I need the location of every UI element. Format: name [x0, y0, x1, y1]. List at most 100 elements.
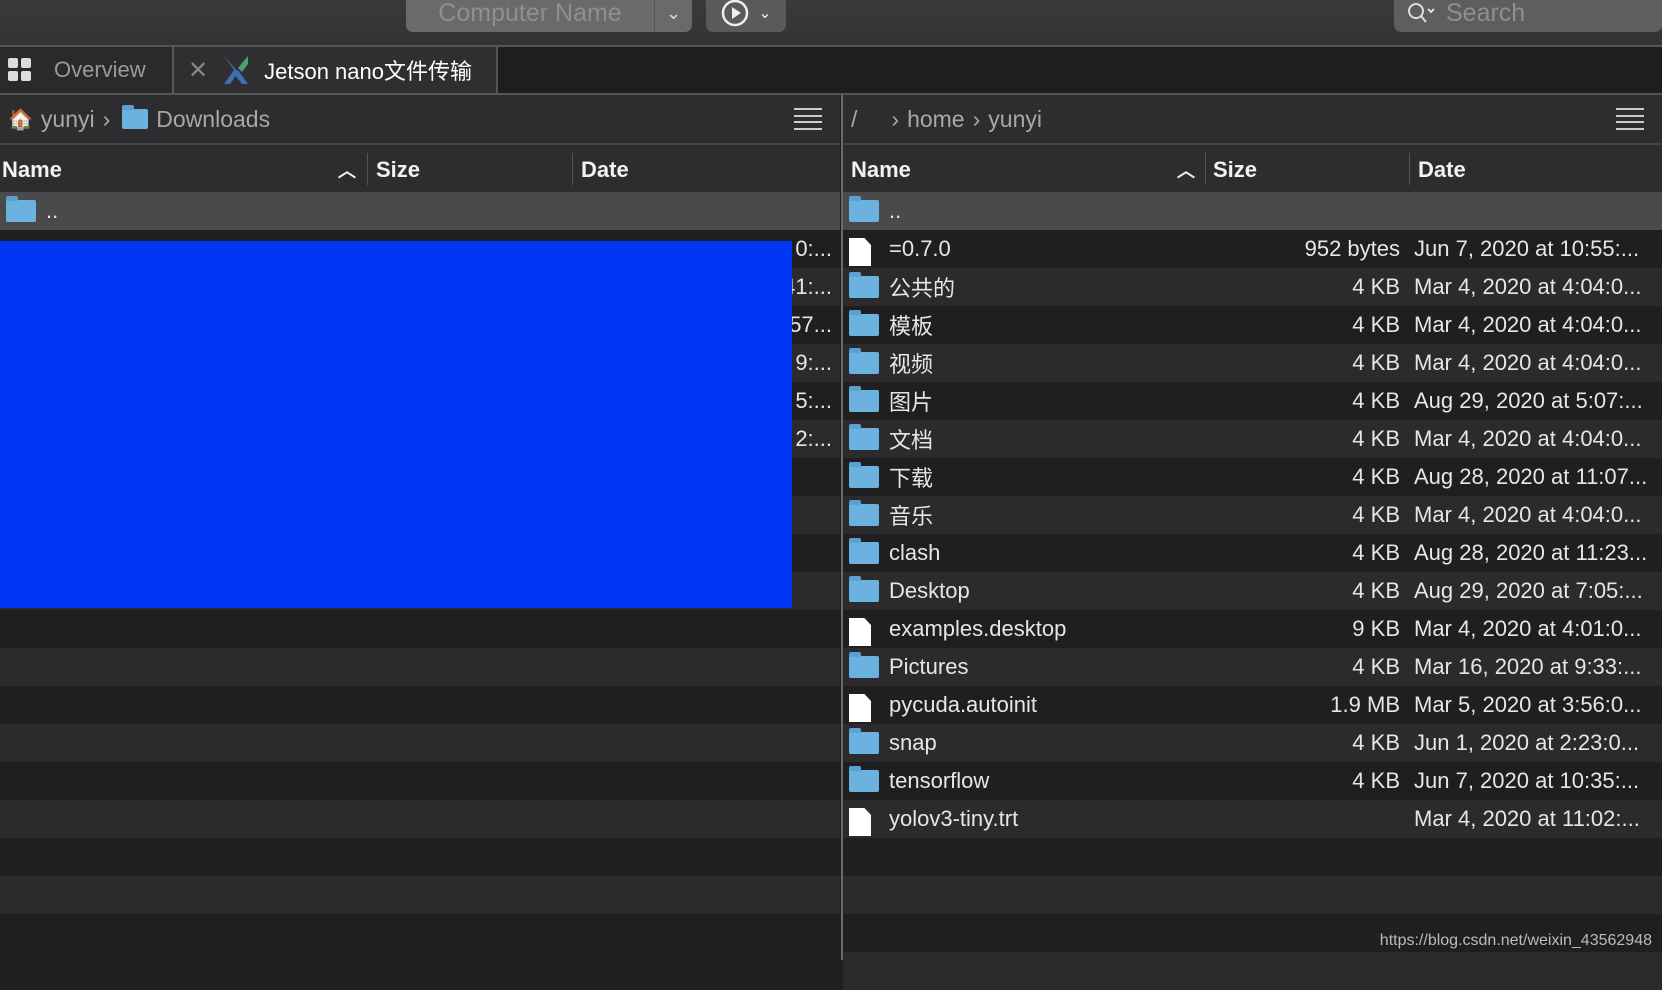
search-field[interactable]: Search: [1394, 0, 1662, 32]
list-item[interactable]: examples.desktop 9 KB Mar 4, 2020 at 4:01:…: [843, 610, 1662, 648]
list-item[interactable]: 下载 4 KB Aug 28, 2020 at 11:07...: [843, 458, 1662, 496]
file-date: 0:...: [795, 236, 832, 261]
file-icon: [849, 618, 871, 646]
column-header: Name ︿ Size Date: [843, 145, 1662, 192]
close-icon[interactable]: ✕: [188, 56, 208, 85]
list-item[interactable]: pycuda.autoinit 1.9 MB Mar 5, 2020 at 3:56…: [843, 686, 1662, 724]
file-name: =0.7.0: [889, 236, 951, 261]
file-date: Jun 7, 2020 at 10:35:...: [1414, 768, 1640, 793]
empty-row: [0, 686, 840, 724]
file-icon: [849, 238, 871, 266]
folder-icon: [849, 728, 879, 754]
file-name: examples.desktop: [889, 616, 1067, 641]
column-name[interactable]: Name: [851, 157, 911, 183]
column-size[interactable]: Size: [1213, 157, 1257, 183]
file-name: Desktop: [889, 578, 970, 603]
folder-icon: [849, 348, 879, 374]
list-item[interactable]: Desktop 4 KB Aug 29, 2020 at 7:05:...: [843, 572, 1662, 610]
file-size: 4 KB: [1352, 730, 1400, 755]
file-name: 音乐: [889, 504, 934, 529]
folder-icon: [849, 538, 879, 564]
file-date: Mar 4, 2020 at 4:04:0...: [1414, 312, 1642, 337]
breadcrumb-item[interactable]: yunyi: [41, 106, 95, 133]
column-date[interactable]: Date: [1418, 157, 1466, 183]
list-item[interactable]: 公共的 4 KB Mar 4, 2020 at 4:04:0...: [843, 268, 1662, 306]
computer-name-placeholder: Computer Name: [438, 0, 622, 27]
search-placeholder: Search: [1446, 0, 1526, 27]
list-item[interactable]: 模板 4 KB Mar 4, 2020 at 4:04:0...: [843, 306, 1662, 344]
empty-row: [0, 762, 840, 800]
file-name: 公共的: [889, 276, 956, 301]
breadcrumb-item[interactable]: home: [907, 106, 965, 133]
file-size: 4 KB: [1352, 350, 1400, 375]
file-list: .. =0.7.0 952 bytes Jun 7, 2020 at 10:55:..…: [843, 192, 1662, 990]
folder-icon: [849, 272, 879, 298]
breadcrumb-item[interactable]: yunyi: [988, 106, 1042, 133]
list-item[interactable]: tensorflow 4 KB Jun 7, 2020 at 10:35:...: [843, 762, 1662, 800]
folder-icon: [849, 196, 879, 222]
search-icon: [1408, 3, 1435, 23]
file-date: 2:...: [795, 426, 832, 451]
watermark: https://blog.csdn.net/weixin_43562948: [1379, 932, 1652, 949]
list-item[interactable]: Pictures 4 KB Mar 16, 2020 at 9:33:...: [843, 648, 1662, 686]
file-name: clash: [889, 540, 941, 565]
file-size: 4 KB: [1352, 426, 1400, 451]
empty-row: [843, 876, 1662, 914]
file-size: 1.9 MB: [1330, 692, 1400, 717]
file-date: Mar 4, 2020 at 4:04:0...: [1414, 426, 1642, 451]
folder-icon: [849, 310, 879, 336]
file-name: 文档: [889, 428, 934, 453]
tab-overview[interactable]: Overview: [0, 47, 174, 93]
column-name[interactable]: Name: [2, 157, 62, 183]
file-name: pycuda.autoinit: [889, 692, 1037, 717]
menu-icon[interactable]: [1616, 108, 1644, 130]
app-logo-icon: [224, 56, 249, 84]
breadcrumb: / › home › yunyi: [843, 95, 1662, 145]
column-date[interactable]: Date: [581, 157, 629, 183]
breadcrumb: 🏠 yunyi › Downloads: [0, 95, 840, 145]
tab-jetson-nano[interactable]: ✕ Jetson nano文件传输: [174, 47, 498, 93]
folder-icon: [849, 766, 879, 792]
chevron-right-icon: ›: [891, 105, 900, 132]
list-item[interactable]: clash 4 KB Aug 28, 2020 at 11:23...: [843, 534, 1662, 572]
list-item[interactable]: =0.7.0 952 bytes Jun 7, 2020 at 10:55:...: [843, 230, 1662, 268]
file-date: Aug 28, 2020 at 11:07...: [1414, 464, 1648, 489]
list-item[interactable]: 图片 4 KB Aug 29, 2020 at 5:07:...: [843, 382, 1662, 420]
file-name: tensorflow: [889, 768, 990, 793]
list-item[interactable]: 视频 4 KB Mar 4, 2020 at 4:04:0...: [843, 344, 1662, 382]
breadcrumb-item[interactable]: /: [851, 106, 857, 133]
file-name: ..: [46, 198, 59, 223]
file-name: Pictures: [889, 654, 969, 679]
list-item[interactable]: yolov3-tiny.trt Mar 4, 2020 at 11:02:...: [843, 800, 1662, 838]
list-item[interactable]: ..: [0, 192, 840, 230]
file-size: 4 KB: [1352, 768, 1400, 793]
list-item[interactable]: ..: [843, 192, 1662, 230]
connect-button[interactable]: ⌄: [706, 0, 786, 32]
file-date: Mar 4, 2020 at 11:02:...: [1414, 806, 1640, 831]
file-name: 模板: [889, 314, 934, 339]
file-date: Mar 5, 2020 at 3:56:0...: [1414, 692, 1642, 717]
file-date: Jun 7, 2020 at 10:55:...: [1414, 236, 1640, 261]
chevron-down-icon: ⌄: [758, 5, 772, 22]
chevron-down-icon[interactable]: ⌄: [654, 0, 692, 32]
sort-ascending-icon: ︿: [338, 161, 356, 181]
empty-row: [0, 648, 840, 686]
play-circle-icon: [722, 0, 749, 27]
home-icon: 🏠: [8, 108, 33, 131]
file-date: 57...: [789, 312, 832, 337]
breadcrumb-item[interactable]: Downloads: [156, 106, 270, 133]
remote-pane: / › home › yunyi Name ︿ Size Date .. =0.7…: [841, 95, 1662, 990]
column-size[interactable]: Size: [376, 157, 420, 183]
file-date: Mar 4, 2020 at 4:01:0...: [1414, 616, 1642, 641]
empty-row: [0, 724, 840, 762]
file-name: ..: [889, 198, 902, 223]
computer-name-field[interactable]: Computer Name ⌄: [406, 0, 692, 32]
empty-row: [0, 838, 840, 876]
file-size: 4 KB: [1352, 540, 1400, 565]
menu-icon[interactable]: [794, 108, 822, 130]
redaction-block: [0, 241, 792, 608]
file-size: 4 KB: [1352, 464, 1400, 489]
list-item[interactable]: snap 4 KB Jun 1, 2020 at 2:23:0...: [843, 724, 1662, 762]
list-item[interactable]: 文档 4 KB Mar 4, 2020 at 4:04:0...: [843, 420, 1662, 458]
list-item[interactable]: 音乐 4 KB Mar 4, 2020 at 4:04:0...: [843, 496, 1662, 534]
